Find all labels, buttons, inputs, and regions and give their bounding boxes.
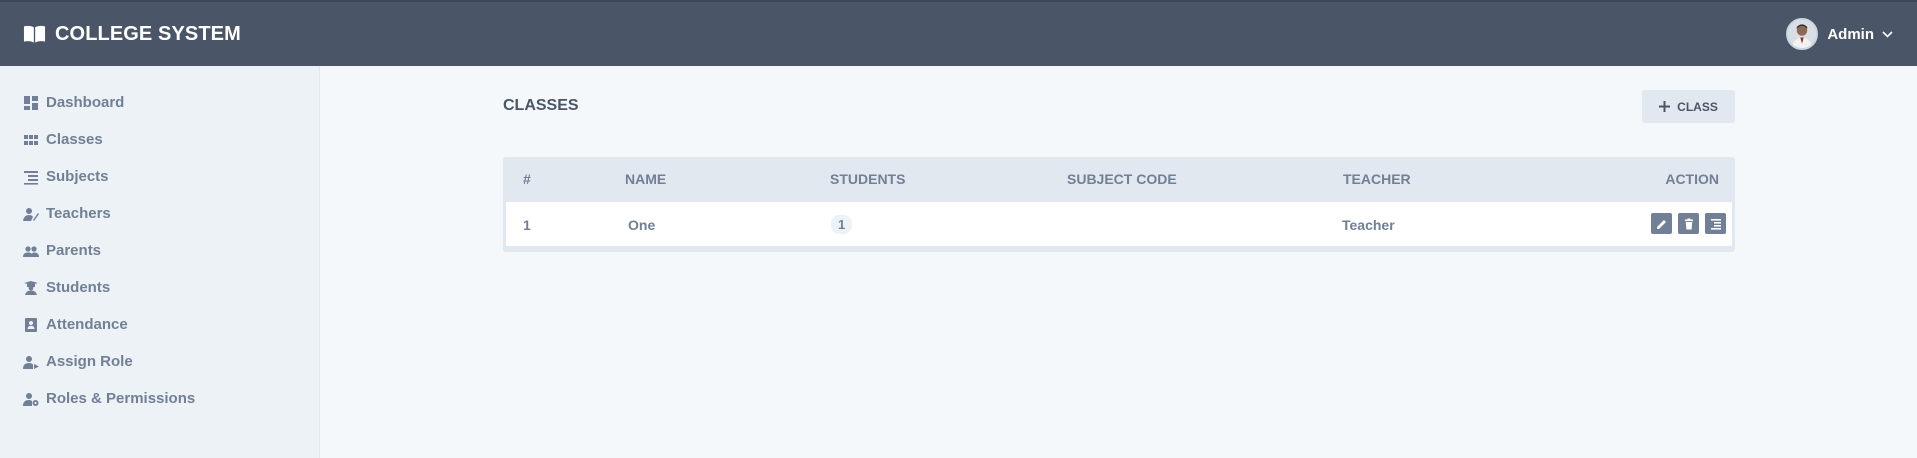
column-header-action: ACTION [1665, 171, 1719, 187]
cell-index: 1 [523, 217, 531, 233]
user-gear-icon [23, 392, 39, 406]
sidebar-item-dashboard[interactable]: Dashboard [0, 84, 319, 121]
sidebar-item-classes[interactable]: Classes [0, 121, 319, 158]
page-title: CLASSES [503, 97, 579, 114]
user-arrow-icon [23, 355, 39, 369]
user-name: Admin [1827, 25, 1874, 43]
plus-icon [1659, 101, 1671, 112]
user-menu[interactable]: Admin [1786, 17, 1893, 51]
sidebar-item-label: Assign Role [46, 353, 133, 370]
cell-name: One [628, 217, 656, 233]
students-count-badge: 1 [831, 215, 853, 234]
table-header: # NAME STUDENTS SUBJECT CODE TEACHER ACT… [506, 157, 1732, 202]
brand-title: COLLEGE SYSTEM [55, 22, 241, 45]
column-header-index: # [523, 171, 531, 187]
sidebar-item-label: Students [46, 279, 111, 296]
add-class-button[interactable]: CLASS [1642, 90, 1735, 123]
teacher-icon [23, 207, 39, 221]
grid-icon [24, 134, 38, 145]
chevron-down-icon [1882, 30, 1893, 38]
people-icon [23, 245, 39, 257]
top-navbar: COLLEGE SYSTEM Admin [0, 0, 1917, 66]
row-actions [1645, 213, 1726, 234]
column-header-subject-code: SUBJECT CODE [1067, 171, 1177, 187]
sidebar-item-label: Attendance [46, 316, 128, 333]
book-icon [23, 25, 46, 43]
add-class-button-label: CLASS [1677, 99, 1718, 114]
contact-book-icon [25, 317, 37, 332]
sidebar-item-label: Dashboard [46, 94, 125, 111]
sidebar-item-assign-role[interactable]: Assign Role [0, 343, 319, 380]
classes-table: # NAME STUDENTS SUBJECT CODE TEACHER ACT… [503, 157, 1735, 252]
table-row: 1 One 1 Teacher [506, 202, 1732, 246]
sidebar-item-roles-permissions[interactable]: Roles & Permissions [0, 380, 319, 417]
sidebar: Dashboard Classes Subjects Teachers Pare… [0, 66, 320, 458]
sidebar-item-students[interactable]: Students [0, 269, 319, 306]
column-header-name: NAME [625, 171, 667, 187]
column-header-teacher: TEACHER [1343, 171, 1411, 187]
sidebar-item-attendance[interactable]: Attendance [0, 306, 319, 343]
trash-icon [1684, 218, 1693, 229]
avatar [1786, 18, 1819, 50]
sidebar-item-label: Roles & Permissions [46, 390, 196, 407]
pencil-icon [1656, 219, 1666, 229]
list-icon [24, 170, 38, 185]
sidebar-item-label: Parents [46, 242, 102, 259]
sidebar-item-subjects[interactable]: Subjects [0, 158, 319, 195]
list-icon [1710, 218, 1721, 230]
sidebar-item-teachers[interactable]: Teachers [0, 195, 319, 232]
delete-button[interactable] [1678, 213, 1699, 234]
details-button[interactable] [1705, 213, 1726, 234]
graduation-icon [24, 280, 38, 295]
edit-button[interactable] [1651, 213, 1672, 234]
cell-teacher: Teacher [1342, 217, 1395, 233]
sidebar-item-label: Subjects [46, 168, 109, 185]
sidebar-item-parents[interactable]: Parents [0, 232, 319, 269]
dashboard-icon [24, 95, 38, 110]
sidebar-item-label: Teachers [46, 205, 111, 222]
brand[interactable]: COLLEGE SYSTEM [23, 23, 241, 46]
column-header-students: STUDENTS [830, 171, 906, 187]
sidebar-item-label: Classes [46, 131, 103, 148]
